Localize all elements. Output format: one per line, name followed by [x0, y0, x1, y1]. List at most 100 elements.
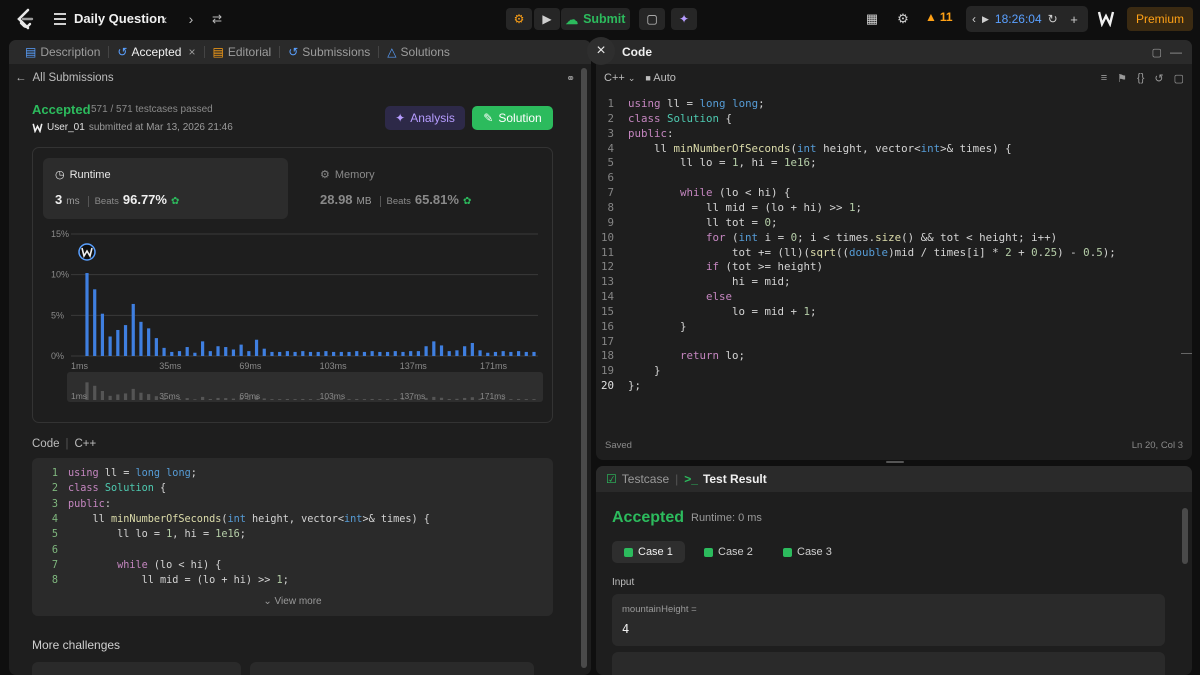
runtime-distribution-chart[interactable]: 15% 10% 5% 0% 1ms 35ms 69ms 103ms 137ms 171ms 1ms 3…	[33, 226, 553, 416]
daily-question-title[interactable]: Daily Question	[74, 11, 165, 26]
problem-list-icon[interactable]	[54, 12, 66, 26]
runtime-box[interactable]: ◷ Runtime 3 ms Beats 96.77% ✿	[43, 158, 288, 219]
username[interactable]: User_01	[47, 122, 85, 133]
share-link-icon[interactable]: ⚭	[566, 72, 575, 85]
y-tick-label: 15%	[51, 229, 69, 239]
editor-line: 4 ll minNumberOfSeconds(int height, vect…	[596, 141, 1012, 157]
autocomplete-toggle[interactable]: ■ Auto	[645, 72, 676, 84]
avatar[interactable]	[1097, 9, 1115, 27]
run-icon[interactable]: ▶	[534, 8, 560, 30]
bookmark-icon[interactable]: ⚑	[1117, 72, 1127, 85]
fire-icon: ▲	[925, 10, 937, 24]
tab-accepted[interactable]: ↺ Accepted ×	[109, 40, 203, 64]
shuffle-icon[interactable]: ⇄	[207, 9, 227, 29]
distribution-bar	[393, 351, 397, 356]
overview-bar	[185, 398, 189, 400]
distribution-bar	[486, 352, 490, 356]
code-text: using ll = long long;	[68, 468, 197, 479]
clock-icon: ↺	[288, 45, 299, 59]
analysis-button[interactable]: ✦ Analysis	[385, 106, 465, 130]
streak-counter[interactable]: ▲ 11	[925, 10, 953, 24]
line-number: 7	[607, 186, 614, 200]
check-icon	[704, 547, 713, 557]
maximize-icon[interactable]: ▢	[1152, 46, 1162, 59]
tab-editorial[interactable]: ▤ Editorial	[205, 40, 280, 64]
distribution-bar	[532, 351, 536, 356]
notes-icon[interactable]: ▢	[639, 8, 665, 30]
code-text: ll minNumberOfSeconds(int height, vector…	[628, 141, 1012, 155]
submission-panel: ▤ Description ↺ Accepted × ▤ Editorial ↺ Subm…	[9, 40, 591, 675]
distribution-bar	[424, 346, 428, 356]
case-2-tab[interactable]: Case 2	[692, 541, 765, 563]
play-timer-icon[interactable]: ▶	[982, 14, 989, 25]
language-select[interactable]: C++ ⌄	[604, 72, 635, 84]
distribution-bar	[332, 351, 336, 356]
chevron-down-icon: ⌄	[263, 596, 272, 607]
document-icon: ▤	[25, 45, 37, 59]
close-tab-icon[interactable]: ×	[188, 45, 195, 59]
line-number: 2	[607, 111, 614, 125]
leetcode-logo[interactable]	[14, 8, 36, 30]
submit-button[interactable]: ☁ Submit	[561, 8, 630, 30]
tab-submissions[interactable]: ↺ Submissions	[280, 40, 378, 64]
distribution-bar	[339, 351, 343, 356]
ai-sparkle-icon[interactable]: ✦	[671, 8, 697, 30]
fullscreen-icon[interactable]: ▢	[1174, 72, 1184, 85]
submitted-code-preview[interactable]: 8 ll mid = (lo + hi) >> 1; 7 while (lo < …	[32, 458, 553, 616]
tab-test-result[interactable]: >_ Test Result	[684, 472, 766, 486]
prev-problem-icon[interactable]: ‹	[155, 9, 175, 29]
collapse-timer-icon[interactable]: ‹	[972, 12, 976, 26]
line-number: 5	[607, 156, 614, 170]
minimize-icon[interactable]: —	[1170, 45, 1182, 59]
braces-icon[interactable]: {}	[1137, 72, 1144, 85]
close-icon[interactable]: ×	[587, 37, 615, 65]
submission-status: Accepted	[32, 102, 91, 117]
overview-bar	[139, 392, 143, 400]
more-challenges-heading: More challenges	[32, 638, 121, 652]
tab-description[interactable]: ▤ Description	[17, 40, 108, 64]
line-number: 9	[607, 215, 614, 229]
memory-box[interactable]: ⚙ Memory 28.98 MB Beats 65.81% ✿	[308, 158, 538, 219]
case-1-tab[interactable]: Case 1	[612, 541, 685, 563]
input-value-box: mountainHeight = 4	[612, 594, 1165, 646]
distribution-bar	[355, 351, 359, 356]
solution-button[interactable]: ✎ Solution	[472, 106, 553, 130]
editor-line: 11 tot += (ll)(sqrt((double)mid / times[…	[596, 246, 1116, 261]
distribution-bar	[509, 351, 513, 356]
case-3-tab[interactable]: Case 3	[771, 541, 844, 563]
chip-icon: ⚙	[320, 169, 330, 181]
overview-bar	[231, 398, 236, 400]
distribution-bar	[116, 329, 120, 356]
challenge-card[interactable]	[250, 662, 534, 675]
debug-icon[interactable]: ⚙	[506, 8, 532, 30]
overview-bar	[447, 398, 451, 400]
tab-solutions[interactable]: △ Solutions	[379, 40, 458, 64]
tab-testcase[interactable]: ☑ Testcase	[606, 472, 669, 486]
format-icon[interactable]: ≡	[1101, 72, 1107, 85]
reset-timer-icon[interactable]: ↻	[1048, 12, 1058, 26]
code-text: }	[628, 364, 661, 378]
challenge-card[interactable]	[32, 662, 241, 675]
resize-handle[interactable]	[886, 461, 904, 463]
editor-line: 7 while (lo < hi) {	[596, 186, 790, 201]
line-number: 8	[51, 575, 58, 587]
add-user-icon[interactable]: +	[1063, 8, 1085, 30]
distribution-bar	[524, 351, 528, 356]
reset-code-icon[interactable]: ↺	[1154, 72, 1163, 85]
premium-button[interactable]: Premium	[1127, 7, 1193, 31]
overview-bar	[224, 398, 228, 400]
overview-bar	[516, 398, 521, 400]
overview-bar	[393, 398, 397, 400]
result-scrollbar[interactable]	[1182, 508, 1188, 564]
distribution-bar	[216, 346, 220, 356]
all-submissions-link[interactable]: ← All Submissions	[15, 72, 114, 84]
cloud-upload-icon: ☁	[565, 12, 579, 27]
left-scrollbar[interactable]	[581, 68, 587, 668]
code-text: }	[628, 319, 687, 333]
next-problem-icon[interactable]: ›	[181, 9, 201, 29]
minimap-marker	[1181, 353, 1192, 354]
code-text: ll minNumberOfSeconds(int height, vector…	[68, 513, 430, 525]
view-more-button[interactable]: ⌄ View more	[32, 596, 553, 607]
settings-gear-icon[interactable]: ⚙	[892, 8, 914, 30]
layout-icon[interactable]: ▦	[861, 8, 883, 30]
